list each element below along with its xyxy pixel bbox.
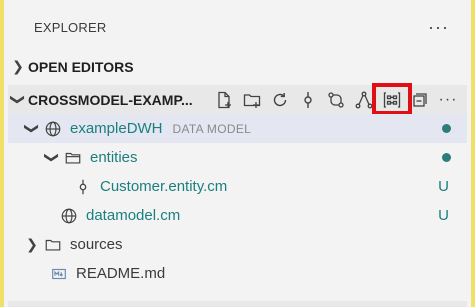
model-description: DATA MODEL [172,121,252,136]
untracked-status: U [438,178,449,195]
folder-icon [42,234,64,256]
markdown-icon [48,263,70,285]
tree-item-customer[interactable]: Customer.entity.cm U [8,172,467,201]
chevron-down-icon: ❯ [44,151,61,164]
chevron-down-icon: ❯ [24,122,41,135]
tree-item-readme[interactable]: README.md [8,259,467,288]
workspace-label: CROSSMODEL-EXAMP... [28,91,193,108]
entities-label: entities [90,149,138,166]
commit-icon[interactable] [294,88,322,112]
tree-item-entities[interactable]: ❯ entities [8,143,467,172]
highlight-annotation [372,83,412,115]
datamodel-label: datamodel.cm [86,207,181,224]
tree-item-sources[interactable]: ❯ sources [8,230,467,259]
refresh-icon[interactable] [266,88,294,112]
relationship-icon[interactable] [322,88,350,112]
modified-dot [442,153,451,162]
tree-item-datamodel[interactable]: datamodel.cm U [8,201,467,230]
explorer-panel: EXPLORER ··· ❯ OPEN EDITORS ❯ CROSSMODEL… [0,0,475,307]
globe-icon [42,118,64,140]
folder-open-icon [62,147,84,169]
chevron-right-icon: ❯ [12,58,24,74]
untracked-status: U [438,207,449,224]
open-editors-label: OPEN EDITORS [28,58,134,75]
chevron-right-icon: ❯ [26,236,38,252]
explorer-toolbar: ··· [210,88,462,112]
readme-label: README.md [76,265,166,282]
entity-icon [72,176,94,198]
chevron-down-icon: ❯ [10,93,27,106]
workspace-more-icon[interactable]: ··· [434,88,462,112]
new-folder-icon[interactable] [238,88,266,112]
modified-dot [442,124,451,133]
sources-label: sources [70,236,123,253]
open-editors-section[interactable]: ❯ OPEN EDITORS [8,52,467,81]
globe-icon [58,205,80,227]
more-actions-icon[interactable]: ··· [428,17,449,38]
explorer-title: EXPLORER [34,20,107,35]
tree-item-exampledwh[interactable]: ❯ exampleDWH DATA MODEL [8,114,467,143]
model-label: exampleDWH [70,120,163,137]
new-file-icon[interactable] [210,88,238,112]
scroll-strip [8,301,467,307]
customer-label: Customer.entity.cm [100,178,228,195]
